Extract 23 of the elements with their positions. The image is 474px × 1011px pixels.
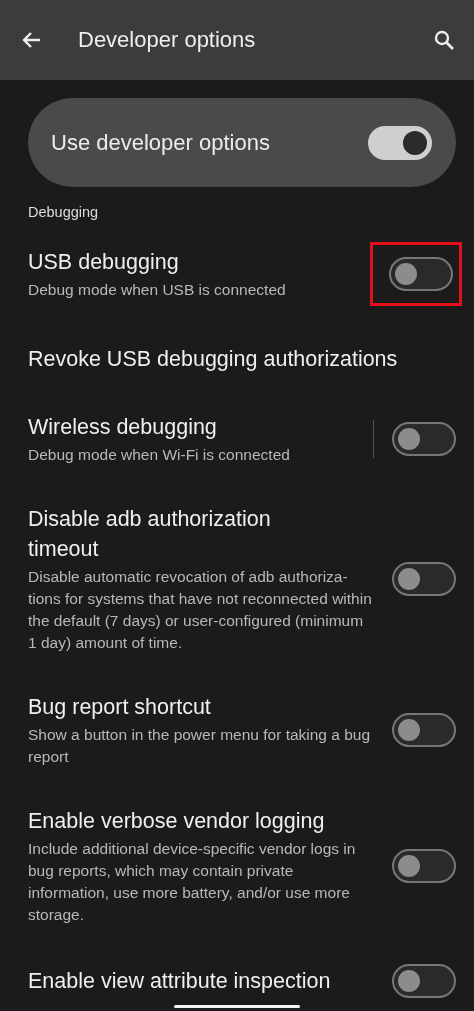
setting-summary: Include additional device-specific vendor logs in bug reports, which may contain private information, use more battery, and/or use more storage. bbox=[28, 839, 357, 925]
toggle-switch[interactable] bbox=[392, 562, 456, 596]
screen-title: Developer options bbox=[78, 27, 257, 53]
section-header: Debugging bbox=[28, 204, 100, 220]
toggle-switch[interactable] bbox=[392, 964, 456, 998]
setting-summary: Debug mode when USB is connected bbox=[28, 280, 287, 300]
developer-options-card[interactable]: Use developer options bbox=[28, 98, 456, 187]
search-icon[interactable] bbox=[432, 28, 456, 52]
setting-title: Enable verbose vendor logging bbox=[28, 808, 326, 835]
toggle-switch[interactable] bbox=[392, 713, 456, 747]
setting-summary: Debug mode when Wi-Fi is connected bbox=[28, 445, 291, 465]
setting-action[interactable]: Revoke USB debugging authorizations bbox=[28, 344, 398, 374]
switch-label: Use developer options bbox=[51, 129, 270, 156]
toggle-switch[interactable] bbox=[389, 257, 453, 291]
setting-title: Wireless debugging bbox=[28, 414, 218, 441]
toggle-switch[interactable] bbox=[392, 849, 456, 883]
setting-title: Enable view attribute inspection bbox=[28, 968, 332, 995]
setting-summary: Show a button in the power menu for taking a bug report bbox=[28, 725, 372, 767]
toggle-switch[interactable] bbox=[392, 422, 456, 456]
setting-title: Bug report shortcut bbox=[28, 694, 212, 721]
setting-summary: Disable automatic revocation of adb authoriza-tions for systems that have not reconnected within the default (7 days) or user-configured (minimum 1 day) amount of time. bbox=[28, 567, 373, 653]
setting-title: USB debugging bbox=[28, 249, 180, 276]
setting-title: Disable adb authorization timeout bbox=[28, 506, 272, 563]
